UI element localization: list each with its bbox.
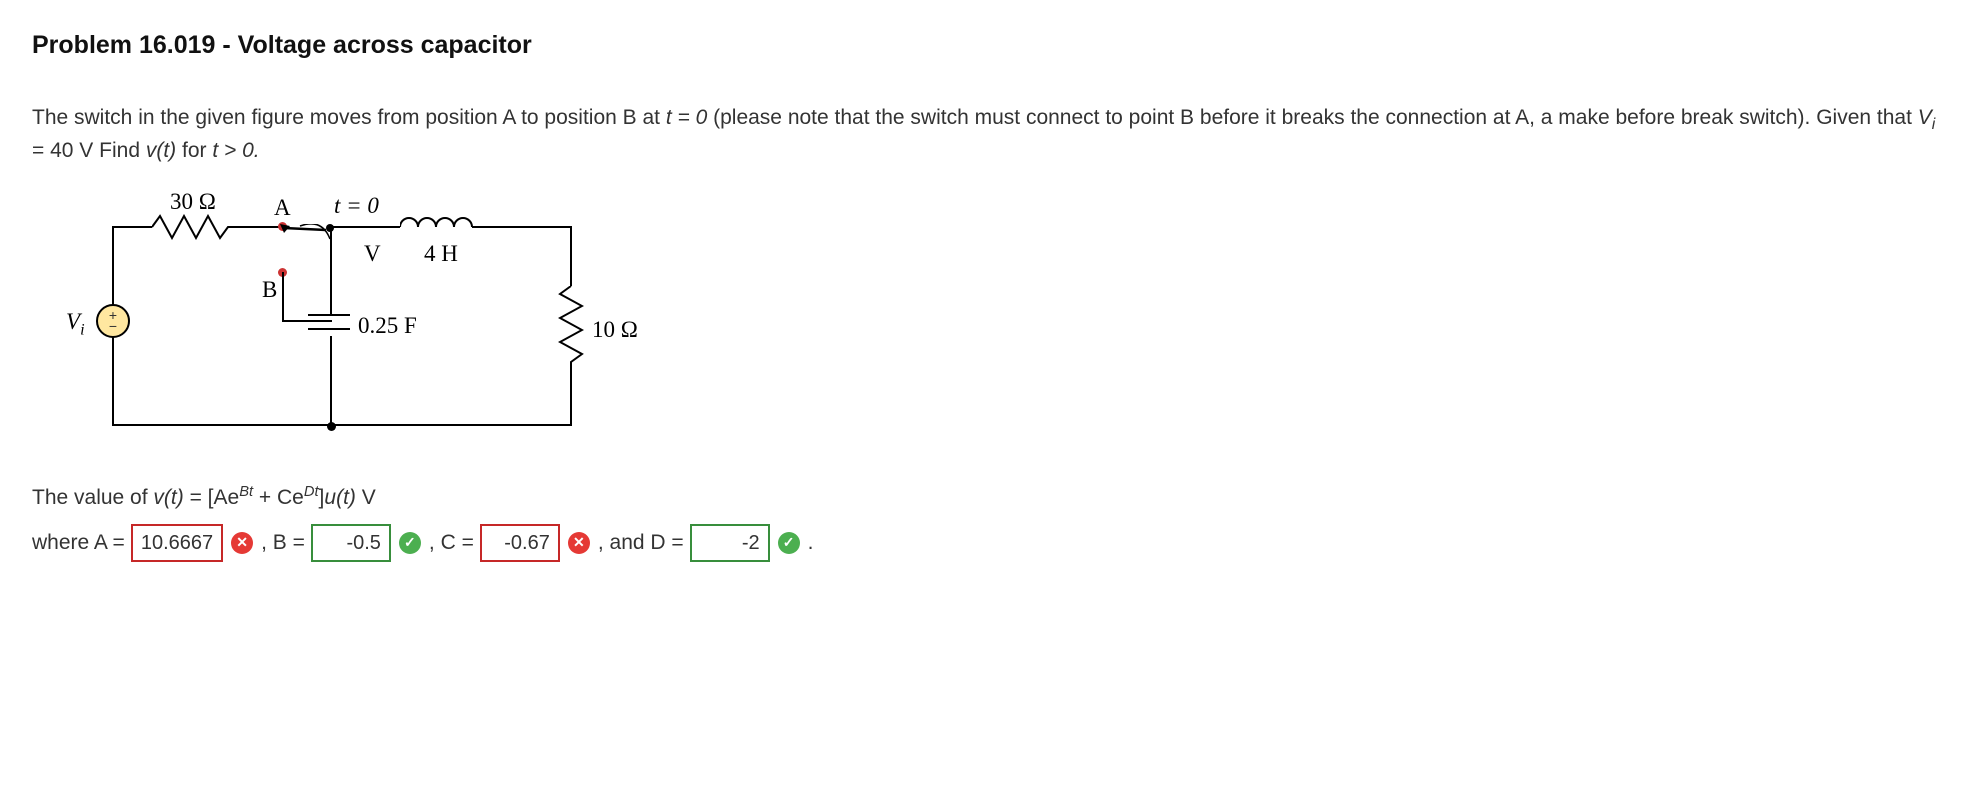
text: (please note that the switch must connec… xyxy=(707,106,1918,129)
correct-icon: ✓ xyxy=(399,532,421,554)
voltage-source: + − xyxy=(96,304,130,338)
label-where-a: where A = xyxy=(32,528,125,557)
label-t0: t = 0 xyxy=(334,190,379,222)
vt-symbol: v(t) xyxy=(146,139,176,162)
vi-value: = 40 V xyxy=(32,139,93,162)
label-inductor: 4 H xyxy=(424,238,458,270)
t-equals-zero: t = 0 xyxy=(666,106,707,129)
incorrect-icon: ✕ xyxy=(568,532,590,554)
incorrect-icon: ✕ xyxy=(231,532,253,554)
inductor xyxy=(400,212,474,240)
label-c-eq: , C = xyxy=(429,528,474,557)
input-a[interactable]: 10.6667 xyxy=(131,524,223,562)
circuit-diagram: 30 Ω A B t = 0 V 4 H xyxy=(72,186,1946,446)
answer-row: where A = 10.6667 ✕ , B = -0.5 ✓ , C = -… xyxy=(32,524,1946,562)
period: . xyxy=(808,528,814,557)
text: for xyxy=(176,139,212,162)
label-r10: 10 Ω xyxy=(592,314,638,346)
text: Find xyxy=(93,139,146,162)
formula-line: The value of v(t) = [AeBt + CeDt]u(t) V xyxy=(32,482,1946,512)
page-title: Problem 16.019 - Voltage across capacito… xyxy=(32,28,1946,63)
input-b[interactable]: -0.5 xyxy=(311,524,391,562)
label-b: B xyxy=(262,274,277,306)
vi-symbol: Vi xyxy=(1918,106,1936,129)
label-d-eq: , and D = xyxy=(598,528,684,557)
label-r30: 30 Ω xyxy=(170,186,216,218)
label-v: V xyxy=(364,238,381,270)
input-c[interactable]: -0.67 xyxy=(480,524,560,562)
t-greater-zero: t > 0. xyxy=(212,139,259,162)
label-cap: 0.25 F xyxy=(358,310,417,342)
text: The switch in the given figure moves fro… xyxy=(32,106,666,129)
correct-icon: ✓ xyxy=(778,532,800,554)
input-d[interactable]: -2 xyxy=(690,524,770,562)
label-a: A xyxy=(274,192,291,224)
resistor-10ohm xyxy=(558,286,584,366)
label-b-eq: , B = xyxy=(261,528,305,557)
problem-statement: The switch in the given figure moves fro… xyxy=(32,103,1946,166)
label-vi: Vi xyxy=(66,306,85,342)
